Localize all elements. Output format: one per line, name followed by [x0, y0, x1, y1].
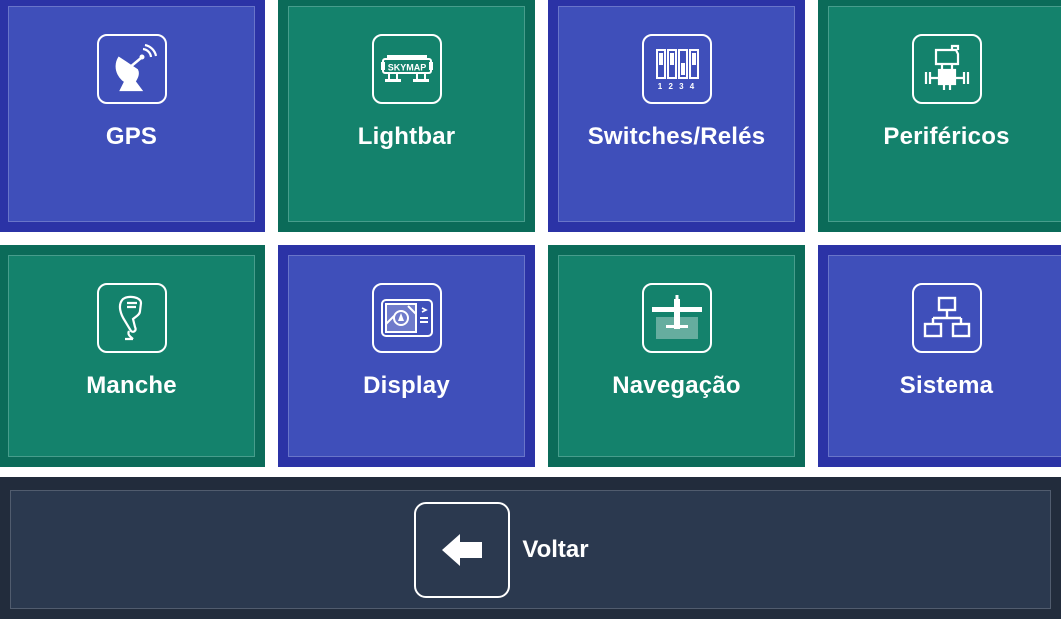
- display-label: Display: [363, 372, 450, 399]
- lightbar-tile[interactable]: SKYMAP Lightbar: [278, 0, 535, 232]
- joystick-tile[interactable]: Manche: [0, 245, 265, 467]
- airplane-navigation-icon: [641, 283, 712, 353]
- system-label: Sistema: [899, 372, 994, 399]
- lightbar-label: Lightbar: [357, 123, 456, 150]
- back-button[interactable]: Voltar: [0, 477, 1061, 619]
- peripherals-tile[interactable]: Periféricos: [818, 0, 1061, 232]
- peripherals-label: Periféricos: [883, 123, 1010, 150]
- display-screen-icon: [371, 283, 442, 353]
- display-tile[interactable]: Display: [278, 245, 535, 467]
- dip-switches-icon: 1 2 3 4: [641, 34, 712, 104]
- system-network-icon: [911, 283, 982, 353]
- navigation-label: Navegação: [612, 372, 741, 399]
- joystick-label: Manche: [86, 372, 177, 399]
- gps-tile[interactable]: GPS: [0, 0, 265, 232]
- gps-label: GPS: [105, 123, 158, 150]
- navigation-tile[interactable]: Navegação: [548, 245, 805, 467]
- valve-peripheral-icon: [911, 34, 982, 104]
- satellite-dish-icon: [96, 34, 167, 104]
- arrow-left-icon: [414, 501, 511, 598]
- skymap-lightbar-icon: SKYMAP: [371, 34, 442, 104]
- settings-menu-screen: GPS SKYMAP Lightbar 1 2 3 4 Switches/Rel…: [0, 0, 1061, 619]
- skymap-text: SKYMAP: [387, 63, 426, 73]
- switches-relays-label: Switches/Relés: [587, 123, 766, 150]
- system-tile[interactable]: Sistema: [818, 245, 1061, 467]
- joystick-icon: [96, 283, 167, 353]
- switches-relays-tile[interactable]: 1 2 3 4 Switches/Relés: [548, 0, 805, 232]
- back-label: Voltar: [522, 535, 589, 563]
- switch-numbers-text: 1 2 3 4: [657, 82, 695, 91]
